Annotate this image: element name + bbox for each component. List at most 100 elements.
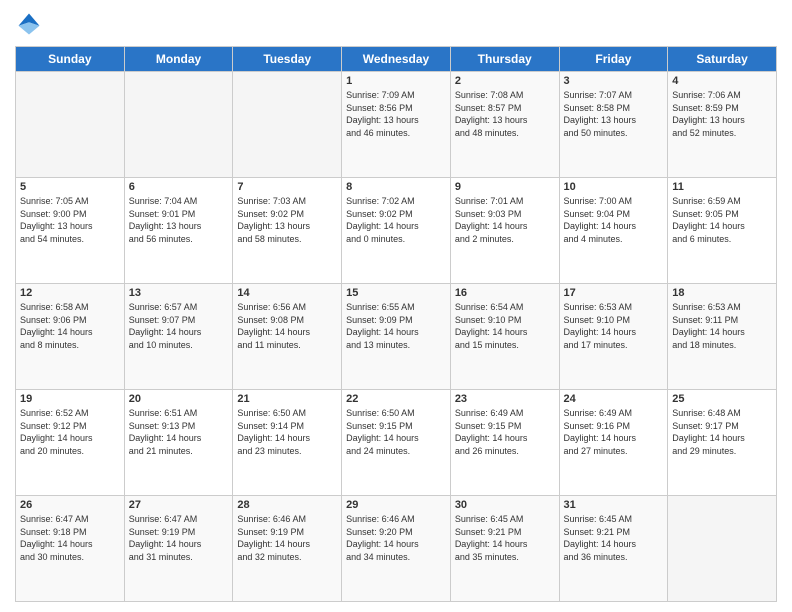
day-number: 17 xyxy=(564,287,664,299)
day-cell: 10 Sunrise: 7:00 AM Sunset: 9:04 PM Dayli… xyxy=(559,178,668,284)
day-number: 24 xyxy=(564,393,664,405)
day-info: Sunrise: 7:07 AM Sunset: 8:58 PM Dayligh… xyxy=(564,89,664,139)
page: SundayMondayTuesdayWednesdayThursdayFrid… xyxy=(0,0,792,612)
day-info: Sunrise: 6:58 AM Sunset: 9:06 PM Dayligh… xyxy=(20,301,120,351)
day-info: Sunrise: 7:08 AM Sunset: 8:57 PM Dayligh… xyxy=(455,89,555,139)
day-cell: 15 Sunrise: 6:55 AM Sunset: 9:09 PM Dayli… xyxy=(342,284,451,390)
weekday-thursday: Thursday xyxy=(450,47,559,72)
day-cell xyxy=(233,72,342,178)
day-cell: 3 Sunrise: 7:07 AM Sunset: 8:58 PM Daylig… xyxy=(559,72,668,178)
day-info: Sunrise: 6:47 AM Sunset: 9:18 PM Dayligh… xyxy=(20,513,120,563)
week-row-1: 1 Sunrise: 7:09 AM Sunset: 8:56 PM Daylig… xyxy=(16,72,777,178)
day-info: Sunrise: 7:09 AM Sunset: 8:56 PM Dayligh… xyxy=(346,89,446,139)
day-info: Sunrise: 6:53 AM Sunset: 9:10 PM Dayligh… xyxy=(564,301,664,351)
day-info: Sunrise: 6:51 AM Sunset: 9:13 PM Dayligh… xyxy=(129,407,229,457)
logo xyxy=(15,10,47,38)
day-number: 21 xyxy=(237,393,337,405)
day-number: 12 xyxy=(20,287,120,299)
weekday-friday: Friday xyxy=(559,47,668,72)
day-cell: 25Sunrise: 6:48 AM Sunset: 9:17 PM Dayli… xyxy=(668,390,777,496)
weekday-wednesday: Wednesday xyxy=(342,47,451,72)
day-cell: 1 Sunrise: 7:09 AM Sunset: 8:56 PM Daylig… xyxy=(342,72,451,178)
day-number: 10 xyxy=(564,181,664,193)
day-info: Sunrise: 7:05 AM Sunset: 9:00 PM Dayligh… xyxy=(20,195,120,245)
day-cell: 11 Sunrise: 6:59 AM Sunset: 9:05 PM Dayli… xyxy=(668,178,777,284)
day-number: 16 xyxy=(455,287,555,299)
day-info: Sunrise: 6:46 AM Sunset: 9:19 PM Dayligh… xyxy=(237,513,337,563)
day-number: 29 xyxy=(346,499,446,511)
day-number: 5 xyxy=(20,181,120,193)
day-cell: 6Sunrise: 7:04 AM Sunset: 9:01 PM Daylig… xyxy=(124,178,233,284)
day-cell: 30 Sunrise: 6:45 AM Sunset: 9:21 PM Dayli… xyxy=(450,496,559,602)
day-number: 3 xyxy=(564,75,664,87)
weekday-saturday: Saturday xyxy=(668,47,777,72)
day-info: Sunrise: 7:01 AM Sunset: 9:03 PM Dayligh… xyxy=(455,195,555,245)
week-row-4: 19 Sunrise: 6:52 AM Sunset: 9:12 PM Dayli… xyxy=(16,390,777,496)
day-cell: 22 Sunrise: 6:50 AM Sunset: 9:15 PM Dayli… xyxy=(342,390,451,496)
day-number: 31 xyxy=(564,499,664,511)
day-cell: 18Sunrise: 6:53 AM Sunset: 9:11 PM Dayli… xyxy=(668,284,777,390)
day-number: 4 xyxy=(672,75,772,87)
day-number: 27 xyxy=(129,499,229,511)
week-row-3: 12 Sunrise: 6:58 AM Sunset: 9:06 PM Dayli… xyxy=(16,284,777,390)
day-info: Sunrise: 6:45 AM Sunset: 9:21 PM Dayligh… xyxy=(455,513,555,563)
day-cell xyxy=(668,496,777,602)
header xyxy=(15,10,777,38)
day-info: Sunrise: 6:55 AM Sunset: 9:09 PM Dayligh… xyxy=(346,301,446,351)
day-cell: 23 Sunrise: 6:49 AM Sunset: 9:15 PM Dayli… xyxy=(450,390,559,496)
day-number: 13 xyxy=(129,287,229,299)
day-info: Sunrise: 7:03 AM Sunset: 9:02 PM Dayligh… xyxy=(237,195,337,245)
day-cell: 17 Sunrise: 6:53 AM Sunset: 9:10 PM Dayli… xyxy=(559,284,668,390)
day-cell: 5 Sunrise: 7:05 AM Sunset: 9:00 PM Daylig… xyxy=(16,178,125,284)
day-cell: 2 Sunrise: 7:08 AM Sunset: 8:57 PM Daylig… xyxy=(450,72,559,178)
day-number: 26 xyxy=(20,499,120,511)
week-row-2: 5 Sunrise: 7:05 AM Sunset: 9:00 PM Daylig… xyxy=(16,178,777,284)
day-number: 7 xyxy=(237,181,337,193)
logo-icon xyxy=(15,10,43,38)
day-number: 9 xyxy=(455,181,555,193)
day-info: Sunrise: 6:59 AM Sunset: 9:05 PM Dayligh… xyxy=(672,195,772,245)
day-number: 14 xyxy=(237,287,337,299)
day-cell: 20 Sunrise: 6:51 AM Sunset: 9:13 PM Dayli… xyxy=(124,390,233,496)
day-info: Sunrise: 6:49 AM Sunset: 9:15 PM Dayligh… xyxy=(455,407,555,457)
day-number: 15 xyxy=(346,287,446,299)
day-info: Sunrise: 6:57 AM Sunset: 9:07 PM Dayligh… xyxy=(129,301,229,351)
day-cell: 28 Sunrise: 6:46 AM Sunset: 9:19 PM Dayli… xyxy=(233,496,342,602)
day-cell: 12 Sunrise: 6:58 AM Sunset: 9:06 PM Dayli… xyxy=(16,284,125,390)
day-number: 25 xyxy=(672,393,772,405)
day-number: 6 xyxy=(129,181,229,193)
day-info: Sunrise: 6:49 AM Sunset: 9:16 PM Dayligh… xyxy=(564,407,664,457)
day-cell: 26 Sunrise: 6:47 AM Sunset: 9:18 PM Dayli… xyxy=(16,496,125,602)
day-cell: 14Sunrise: 6:56 AM Sunset: 9:08 PM Dayli… xyxy=(233,284,342,390)
day-info: Sunrise: 6:52 AM Sunset: 9:12 PM Dayligh… xyxy=(20,407,120,457)
day-number: 1 xyxy=(346,75,446,87)
day-cell xyxy=(124,72,233,178)
day-cell: 8Sunrise: 7:02 AM Sunset: 9:02 PM Daylig… xyxy=(342,178,451,284)
day-number: 23 xyxy=(455,393,555,405)
day-cell: 31Sunrise: 6:45 AM Sunset: 9:21 PM Dayli… xyxy=(559,496,668,602)
day-info: Sunrise: 6:54 AM Sunset: 9:10 PM Dayligh… xyxy=(455,301,555,351)
weekday-sunday: Sunday xyxy=(16,47,125,72)
day-number: 20 xyxy=(129,393,229,405)
day-info: Sunrise: 7:00 AM Sunset: 9:04 PM Dayligh… xyxy=(564,195,664,245)
day-cell: 7 Sunrise: 7:03 AM Sunset: 9:02 PM Daylig… xyxy=(233,178,342,284)
weekday-tuesday: Tuesday xyxy=(233,47,342,72)
day-cell: 24 Sunrise: 6:49 AM Sunset: 9:16 PM Dayli… xyxy=(559,390,668,496)
week-row-5: 26 Sunrise: 6:47 AM Sunset: 9:18 PM Dayli… xyxy=(16,496,777,602)
calendar-table: SundayMondayTuesdayWednesdayThursdayFrid… xyxy=(15,46,777,602)
day-cell: 21 Sunrise: 6:50 AM Sunset: 9:14 PM Dayli… xyxy=(233,390,342,496)
day-info: Sunrise: 6:50 AM Sunset: 9:14 PM Dayligh… xyxy=(237,407,337,457)
day-info: Sunrise: 6:46 AM Sunset: 9:20 PM Dayligh… xyxy=(346,513,446,563)
day-number: 28 xyxy=(237,499,337,511)
day-cell: 16 Sunrise: 6:54 AM Sunset: 9:10 PM Dayli… xyxy=(450,284,559,390)
day-info: Sunrise: 6:50 AM Sunset: 9:15 PM Dayligh… xyxy=(346,407,446,457)
day-number: 22 xyxy=(346,393,446,405)
day-number: 30 xyxy=(455,499,555,511)
day-number: 11 xyxy=(672,181,772,193)
day-number: 19 xyxy=(20,393,120,405)
day-cell: 13 Sunrise: 6:57 AM Sunset: 9:07 PM Dayli… xyxy=(124,284,233,390)
day-number: 2 xyxy=(455,75,555,87)
day-info: Sunrise: 6:53 AM Sunset: 9:11 PM Dayligh… xyxy=(672,301,772,351)
day-cell: 29 Sunrise: 6:46 AM Sunset: 9:20 PM Dayli… xyxy=(342,496,451,602)
day-cell xyxy=(16,72,125,178)
